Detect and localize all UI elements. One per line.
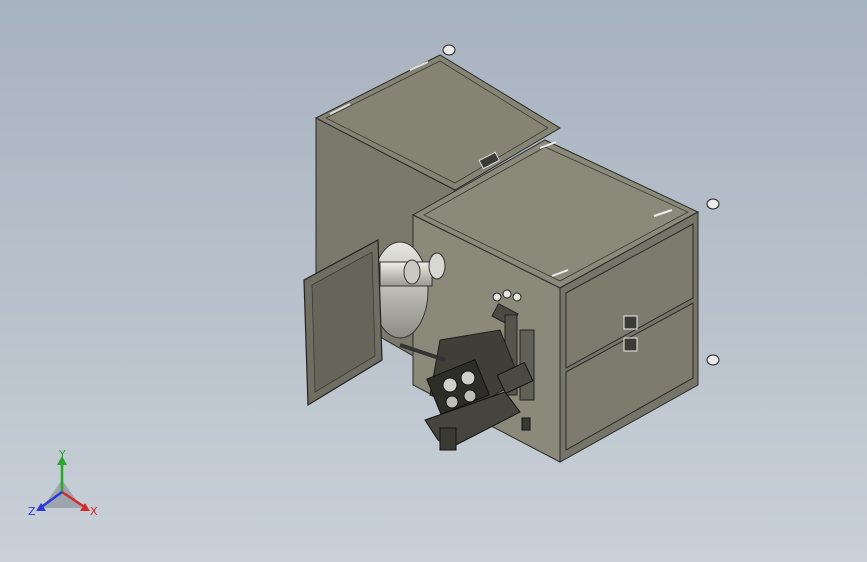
indicator-light-2 [502,289,512,299]
y-axis-label: Y [58,448,66,461]
upper-drawer-handle [623,315,638,330]
lower-drawer-handle [623,337,638,352]
roller-3 [445,395,459,409]
roller-4 [463,389,477,403]
indicator-light-3 [512,292,522,302]
roller-2 [460,370,476,386]
foot-top-left [442,44,456,56]
indicator-light-1 [492,292,502,302]
foot-right-upper [706,198,720,210]
z-axis-label: Z [28,505,36,518]
x-axis-label: X [90,505,98,518]
foot-right-lower [706,354,720,366]
coordinate-triad: Y X Z [28,448,98,518]
cad-viewport[interactable]: Y X Z [0,0,867,562]
roller-1 [442,377,458,393]
spool-shaft-end [428,252,446,280]
